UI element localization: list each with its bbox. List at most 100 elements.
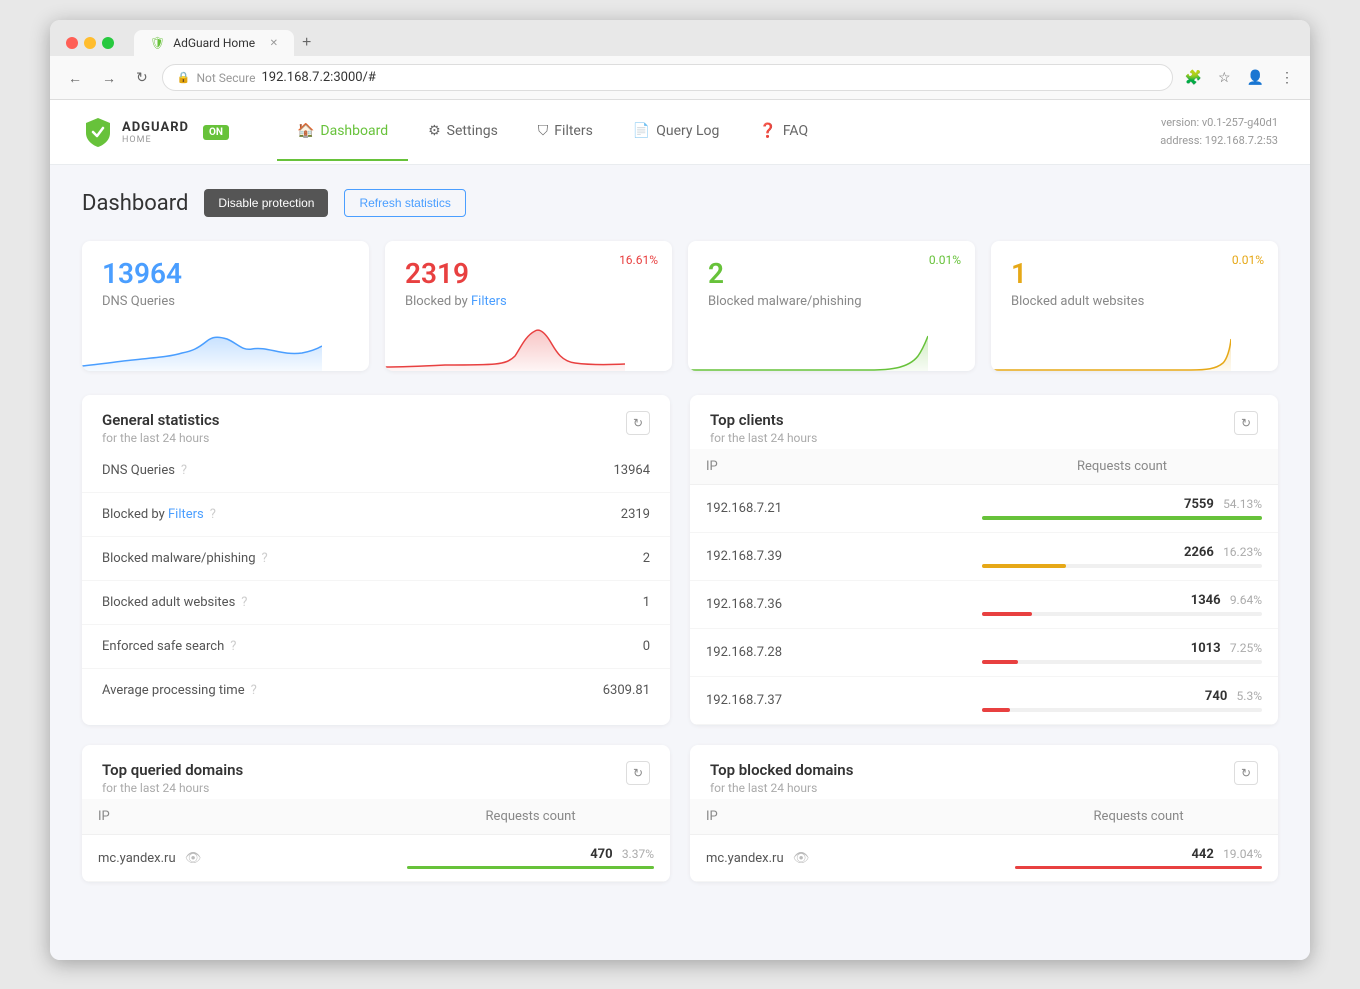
top-blocked-panel: Top blocked domains for the last 24 hour… [690,745,1278,882]
blocked-malware-percentage: 0.01% [929,253,961,267]
client-percent: 9.64% [1230,593,1262,607]
back-button[interactable]: ← [62,66,88,90]
blocked-bar [1015,866,1262,869]
blocked-malware-label: Blocked malware/phishing [708,294,955,309]
top-blocked-title: Top blocked domains [710,761,853,779]
blocked-domain: mc.yandex.ru 👁 [690,835,999,882]
queried-col-ip: IP [82,799,391,835]
bookmark-button[interactable]: ☆ [1214,65,1235,90]
queried-count-cell: 470 3.37% [391,835,670,882]
top-clients-title: Top clients [710,411,817,429]
address-bar[interactable]: 🔒 Not Secure 192.168.7.2:3000/# [162,64,1173,91]
nav-label-settings: Settings [447,123,498,139]
client-percent: 5.3% [1237,689,1262,703]
blocked-filters-row-label: Blocked by Filters [102,507,204,522]
nav-item-filters[interactable]: ⛉ Filters [518,103,613,161]
nav-item-faq[interactable]: ❓ FAQ [739,103,828,161]
version-info: version: v0.1-257-g40d1 address: 192.168… [1160,114,1278,149]
nav-label-dashboard: Dashboard [320,123,388,139]
table-row: mc.yandex.ru 👁 470 3.37% [82,835,670,882]
nav-item-querylog[interactable]: 📄 Query Log [613,103,740,161]
top-queried-panel: Top queried domains for the last 24 hour… [82,745,670,882]
nav-label-querylog: Query Log [656,123,719,139]
tab-close-btn[interactable]: ✕ [270,38,278,49]
logo-text: ADGUARD HOME [122,120,189,145]
version-line1: version: v0.1-257-g40d1 [1160,114,1278,132]
queried-count: 470 [590,847,612,862]
adult-help-icon[interactable]: ? [241,595,247,610]
app-header: ADGUARD HOME ON 🏠 Dashboard ⚙ Settings ⛉… [50,100,1310,165]
browser-window: 🛡 AdGuard Home ✕ + ← → ↻ 🔒 Not Secure 19… [50,20,1310,960]
forward-button[interactable]: → [96,66,122,90]
client-count-cell: 2266 16.23% [966,533,1278,581]
client-ip: 192.168.7.39 [690,533,966,581]
top-queried-title: Top queried domains [102,761,243,779]
profile-button[interactable]: 👤 [1243,65,1268,90]
general-stats-title: General statistics [102,411,220,429]
eye-icon[interactable]: 👁 [185,851,202,866]
nav-item-dashboard[interactable]: 🏠 Dashboard [277,103,408,161]
stats-row-blocked-filters: Blocked by Filters ? 2319 [82,493,670,537]
client-count: 1346 [1191,593,1221,608]
dns-queries-label: DNS Queries [102,294,349,309]
table-row: 192.168.7.28 1013 7.25% [690,629,1278,677]
new-tab-button[interactable]: + [294,30,319,56]
malware-row-value: 2 [643,551,650,566]
safe-search-row-value: 0 [643,639,650,654]
top-queried-table: IP Requests count mc.yandex.ru 👁 470 3.3… [82,799,670,882]
dns-help-icon[interactable]: ? [181,463,187,478]
filters-link[interactable]: Filters [471,294,507,309]
processing-time-help-icon[interactable]: ? [251,683,257,698]
filters-row-link[interactable]: Filters [168,507,204,522]
safe-search-help-icon[interactable]: ? [230,639,236,654]
col-requests: Requests count [966,449,1278,485]
top-blocked-refresh-button[interactable]: ↻ [1234,761,1258,785]
logo-shield-icon [82,116,114,148]
blocked-count-cell: 442 19.04% [999,835,1278,882]
tab-bar: 🛡 AdGuard Home ✕ + [134,30,319,56]
refresh-statistics-button[interactable]: Refresh statistics [344,189,465,217]
browser-toolbar: ← → ↻ 🔒 Not Secure 192.168.7.2:3000/# 🧩 … [50,56,1310,100]
top-blocked-subtitle: for the last 24 hours [710,781,853,795]
logo-sub: HOME [122,135,189,145]
eye-icon[interactable]: 👁 [793,851,810,866]
nav-item-settings[interactable]: ⚙ Settings [408,103,518,161]
top-queried-header: Top queried domains for the last 24 hour… [82,745,670,799]
stats-row-processing-time: Average processing time ? 6309.81 [82,669,670,712]
disable-protection-button[interactable]: Disable protection [204,189,328,217]
adult-row-value: 1 [643,595,650,610]
browser-tab-active[interactable]: 🛡 AdGuard Home ✕ [134,30,294,56]
client-count: 2266 [1184,545,1214,560]
url-text: 192.168.7.2:3000/# [261,70,375,85]
version-line2: address: 192.168.7.2:53 [1160,132,1278,150]
top-blocked-header: Top blocked domains for the last 24 hour… [690,745,1278,799]
malware-help-icon[interactable]: ? [262,551,268,566]
general-stats-refresh-button[interactable]: ↻ [626,411,650,435]
dashboard-body: Dashboard Disable protection Refresh sta… [50,165,1310,906]
stat-card-blocked-malware: 0.01% 2 Blocked malware/phishing [688,241,975,371]
client-bar [982,612,1032,616]
close-window-btn[interactable] [66,37,78,49]
menu-button[interactable]: ⋮ [1276,65,1298,90]
client-percent: 16.23% [1223,545,1262,559]
client-count-cell: 1013 7.25% [966,629,1278,677]
minimize-window-btn[interactable] [84,37,96,49]
top-queried-refresh-button[interactable]: ↻ [626,761,650,785]
page-title: Dashboard [82,191,188,216]
client-count-cell: 1346 9.64% [966,581,1278,629]
client-ip: 192.168.7.37 [690,677,966,725]
blocked-malware-value: 2 [708,257,955,290]
processing-time-row-label: Average processing time [102,683,245,698]
blocked-count: 442 [1191,847,1213,862]
general-stats-header: General statistics for the last 24 hours… [82,395,670,449]
table-row: 192.168.7.36 1346 9.64% [690,581,1278,629]
not-secure-label: Not Secure [196,71,255,85]
top-clients-refresh-button[interactable]: ↻ [1234,411,1258,435]
stats-row-dns: DNS Queries ? 13964 [82,449,670,493]
maximize-window-btn[interactable] [102,37,114,49]
refresh-button[interactable]: ↻ [130,65,154,90]
blocked-filters-help-icon[interactable]: ? [210,507,216,522]
extensions-button[interactable]: 🧩 [1181,65,1206,90]
table-row: 192.168.7.21 7559 54.13% [690,485,1278,533]
top-clients-subtitle: for the last 24 hours [710,431,817,445]
